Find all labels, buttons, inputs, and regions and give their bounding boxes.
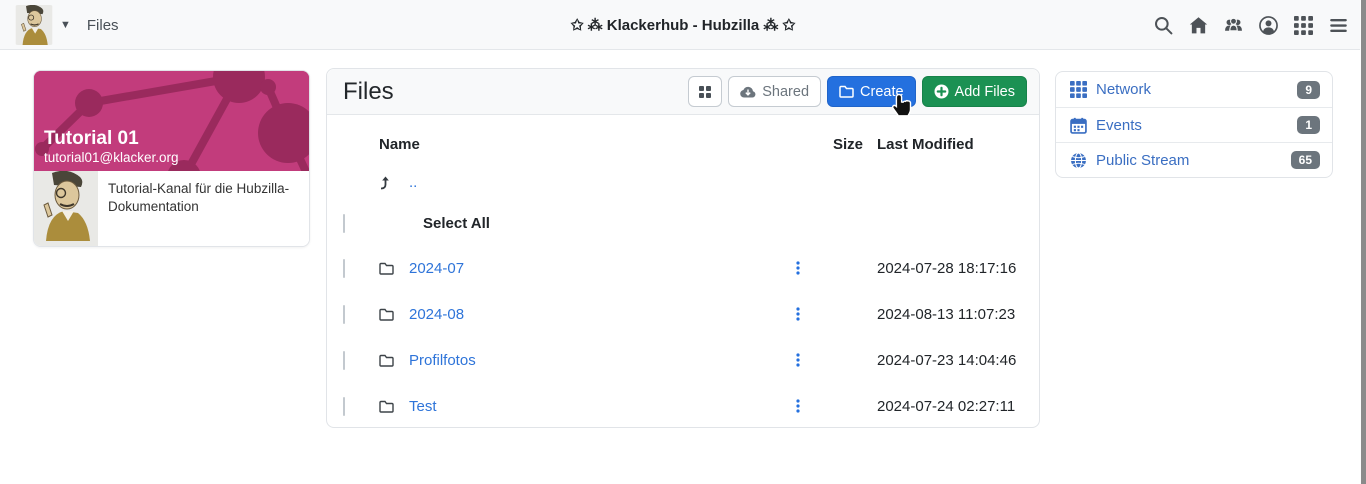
column-header-size: Size	[832, 135, 863, 153]
sidebar-item-public-stream[interactable]: Public Stream 65	[1056, 142, 1332, 177]
network-grid-icon	[1070, 81, 1087, 98]
files-table: Name Size Last Modified .. Select All 20…	[327, 115, 1039, 441]
create-button-label: Create	[860, 83, 904, 100]
row-checkbox[interactable]	[343, 396, 345, 416]
sidebar-item-events[interactable]: Events 1	[1056, 107, 1332, 142]
files-panel: Files Shared Create Add Files Name Size …	[326, 68, 1040, 428]
row-menu-kebab-icon[interactable]	[778, 307, 818, 321]
arrow-up-level-icon	[380, 176, 389, 189]
table-row: Profilfotos 2024-07-23 14:04:46	[343, 337, 1023, 383]
sidebar-item-network[interactable]: Network 9	[1056, 72, 1332, 107]
column-header-modified: Last Modified	[877, 135, 974, 153]
account-icon[interactable]	[1259, 15, 1278, 35]
files-toolbar: Shared Create Add Files	[688, 76, 1027, 107]
hamburger-menu-icon[interactable]	[1329, 16, 1348, 35]
avatar-image	[34, 170, 98, 241]
right-aside-nav: Network 9 Events 1 Public Stream 65	[1055, 71, 1333, 178]
channel-name: Tutorial 01	[44, 128, 139, 150]
table-row: 2024-07 2024-07-28 18:17:16	[343, 245, 1023, 291]
row-menu-kebab-icon[interactable]	[778, 399, 818, 413]
parent-directory-link[interactable]: ..	[409, 174, 417, 191]
select-all-label: Select All	[423, 214, 490, 232]
file-modified: 2024-08-13 11:07:23	[877, 305, 1016, 323]
file-modified: 2024-07-23 14:04:46	[877, 351, 1017, 369]
column-header-name: Name	[379, 135, 420, 153]
plus-circle-icon	[934, 84, 949, 99]
row-checkbox[interactable]	[343, 258, 345, 278]
top-navbar: ▼ Files ✩ ⁂ Klackerhub - Hubzilla ⁂ ✩	[0, 0, 1366, 50]
table-row: Test 2024-07-24 02:27:11	[343, 383, 1023, 429]
files-panel-header: Files Shared Create Add Files	[327, 69, 1039, 115]
files-table-header: Name Size Last Modified	[343, 125, 1023, 163]
cloud-download-icon	[740, 86, 756, 98]
folder-icon	[379, 308, 394, 321]
events-count-badge: 1	[1297, 116, 1320, 134]
row-checkbox[interactable]	[343, 350, 345, 370]
globe-icon	[1071, 152, 1086, 168]
channel-description: Tutorial-Kanal für die Hubzilla-Dokument…	[108, 181, 290, 215]
folder-link[interactable]: 2024-07	[409, 260, 464, 277]
folder-icon	[379, 400, 394, 413]
folder-link[interactable]: Profilfotos	[409, 352, 476, 369]
sidebar-item-label: Public Stream	[1096, 151, 1190, 169]
row-menu-kebab-icon[interactable]	[778, 261, 818, 275]
network-count-badge: 9	[1297, 80, 1320, 99]
folder-link[interactable]: Test	[409, 398, 437, 415]
folder-icon	[379, 354, 394, 367]
parent-directory-row: ..	[343, 163, 1023, 201]
scrollbar-thumb[interactable]	[1361, 0, 1366, 484]
add-files-button[interactable]: Add Files	[921, 76, 1027, 107]
public-stream-count-badge: 65	[1290, 151, 1320, 169]
view-toggle-button[interactable]	[688, 76, 723, 107]
select-all-checkbox[interactable]	[343, 213, 345, 233]
channel-profile-photo[interactable]	[34, 170, 98, 246]
grid-view-icon	[699, 85, 712, 98]
select-all-row: Select All	[343, 201, 1023, 245]
row-checkbox[interactable]	[343, 304, 345, 324]
create-button[interactable]: Create	[827, 76, 916, 107]
file-modified: 2024-07-24 02:27:11	[877, 397, 1016, 415]
file-modified: 2024-07-28 18:17:16	[877, 259, 1017, 277]
channel-cover-photo: Tutorial 01 tutorial01@klacker.org	[34, 71, 309, 171]
calendar-icon	[1070, 117, 1087, 134]
sidebar-item-label: Events	[1096, 116, 1142, 134]
channel-profile-card: Tutorial 01 tutorial01@klacker.org Tutor…	[33, 70, 310, 247]
table-row: 2024-08 2024-08-13 11:07:23	[343, 291, 1023, 337]
page-scrollbar[interactable]	[1360, 0, 1366, 484]
channel-address: tutorial01@klacker.org	[44, 150, 179, 165]
page-title: Files	[343, 77, 394, 105]
folder-icon	[839, 85, 854, 98]
sidebar-item-label: Network	[1096, 81, 1152, 98]
add-files-button-label: Add Files	[954, 83, 1015, 100]
shared-button-label: Shared	[762, 83, 810, 100]
folder-icon	[379, 262, 394, 275]
group-icon[interactable]	[1224, 16, 1243, 35]
row-menu-kebab-icon[interactable]	[778, 353, 818, 367]
search-icon[interactable]	[1154, 16, 1173, 35]
apps-grid-icon[interactable]	[1294, 15, 1313, 35]
shared-button[interactable]: Shared	[728, 76, 822, 107]
home-icon[interactable]	[1189, 16, 1208, 35]
folder-link[interactable]: 2024-08	[409, 306, 464, 323]
